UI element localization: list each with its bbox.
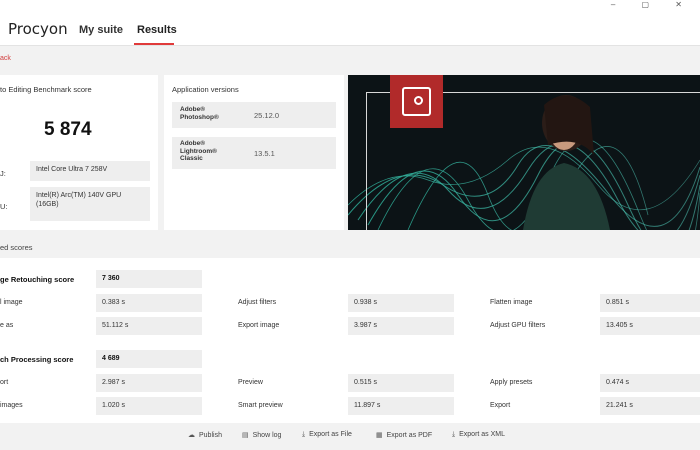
image-retouching-score-value: 7 360 (96, 270, 202, 288)
download-icon: ⤓ (452, 431, 456, 438)
result-label: Preview (238, 379, 263, 386)
result-value: 11.897 s (348, 397, 454, 415)
result-value: 0.383 s (96, 294, 202, 312)
result-value: 0.515 s (348, 374, 454, 392)
result-label: Apply presets (490, 379, 533, 386)
document-icon: ▤ (242, 432, 249, 439)
application-versions-card: Application versions Adobe® Photoshop® 2… (164, 75, 344, 230)
result-value: 0.851 s (600, 294, 700, 312)
result-value: 3.987 s (348, 317, 454, 335)
cpu-value: Intel Core Ultra 7 258V (30, 161, 150, 181)
batch-processing-score-value: 4 689 (96, 350, 202, 368)
benchmark-score: 5 874 (44, 119, 92, 140)
result-value: 0.474 s (600, 374, 700, 392)
cloud-upload-icon: ☁ (188, 432, 195, 439)
result-value: 13.405 s (600, 317, 700, 335)
title-bar: – ▢ ✕ (0, 0, 700, 12)
export-file-button[interactable]: ⤓ Export as File (302, 431, 352, 439)
result-label: Flatten image (490, 299, 533, 306)
photo-icon (402, 87, 431, 116)
app-logo: Procyon (8, 20, 68, 38)
app-version-photoshop: 25.12.0 (254, 111, 280, 120)
result-value: 0.938 s (348, 294, 454, 312)
batch-processing-score-label: ch Processing score (0, 355, 74, 364)
result-label: l image (0, 299, 23, 306)
footer-actions: ☁ Publish ▤ Show log ⤓ Export as File ▦ Expo… (0, 423, 700, 450)
application-versions-title: Application versions (172, 85, 239, 94)
result-label: Adjust GPU filters (490, 322, 546, 329)
export-pdf-label: Export as PDF (386, 432, 433, 439)
result-value: 1.020 s (96, 397, 202, 415)
result-value: 51.112 s (96, 317, 202, 335)
result-value: 21.241 s (600, 397, 700, 415)
result-label: e as (0, 322, 14, 329)
detailed-scores-label: ed scores (0, 243, 33, 252)
publish-label: Publish (199, 432, 222, 439)
export-xml-label: Export as XML (459, 431, 506, 438)
export-xml-button[interactable]: ⤓ Export as XML (452, 431, 505, 439)
result-label: Smart preview (238, 402, 283, 409)
export-file-label: Export as File (309, 431, 352, 438)
result-label: ort (0, 379, 9, 386)
result-label: images (0, 402, 23, 409)
benchmark-score-card: to Editing Benchmark score 5 874 J: Inte… (0, 75, 158, 230)
download-icon: ⤓ (302, 431, 306, 438)
pdf-icon: ▦ (376, 432, 383, 439)
show-log-button[interactable]: ▤ Show log (242, 431, 281, 439)
active-tab-indicator (134, 43, 174, 45)
app-name-photoshop: Adobe® Photoshop® (180, 106, 219, 121)
result-label: Export (490, 402, 511, 409)
cpu-label: J: (0, 169, 6, 178)
gpu-value: Intel(R) Arc(TM) 140V GPU (16GB) (30, 187, 150, 221)
result-label: Adjust filters (238, 299, 277, 306)
gpu-label: U: (0, 202, 8, 211)
benchmark-title: to Editing Benchmark score (0, 85, 92, 94)
export-pdf-button[interactable]: ▦ Export as PDF (376, 431, 432, 439)
tab-my-suite[interactable]: My suite (79, 24, 123, 36)
back-link[interactable]: ack (0, 55, 11, 62)
app-version-lightroom: 13.5.1 (254, 149, 275, 158)
top-navigation: Procyon My suite Results (0, 12, 700, 46)
show-log-label: Show log (252, 432, 282, 439)
image-retouching-score-label: ge Retouching score (0, 275, 75, 284)
tab-results[interactable]: Results (137, 24, 177, 36)
result-label: Export image (238, 322, 280, 329)
app-name-lightroom: Adobe® Lightroom® Classic (180, 140, 217, 162)
result-value: 2.987 s (96, 374, 202, 392)
procyon-badge (390, 75, 443, 128)
window-controls[interactable]: – ▢ ✕ (611, 0, 694, 9)
detailed-results-panel: ge Retouching score 7 360 l image 0.383 … (0, 258, 700, 423)
publish-button[interactable]: ☁ Publish (188, 431, 222, 439)
